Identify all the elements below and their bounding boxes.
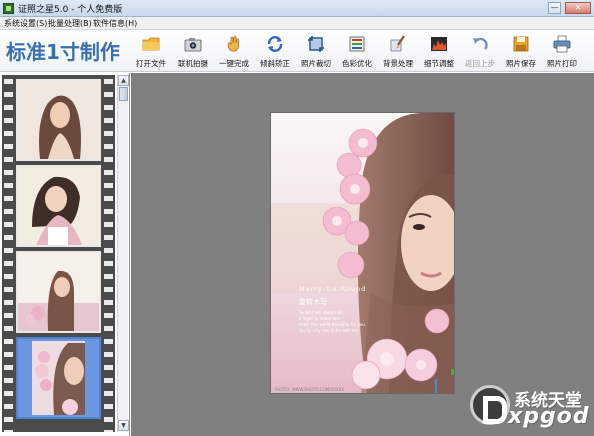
thumbnail-2[interactable] xyxy=(16,165,101,247)
photo-subtitle: 旋转木马 xyxy=(299,298,327,306)
menu-system-settings[interactable]: 系统设置(S) xyxy=(4,18,47,29)
scroll-down-arrow[interactable]: ▼ xyxy=(118,420,129,431)
menu-software-info[interactable]: 软件信息(H) xyxy=(93,18,137,29)
filmstrip xyxy=(2,75,115,432)
watermark-logo-icon xyxy=(470,385,510,425)
hand-icon xyxy=(227,36,240,52)
print-photo-button[interactable]: 照片打印 xyxy=(542,33,582,71)
undo-icon xyxy=(473,37,488,50)
scroll-up-arrow[interactable]: ▲ xyxy=(118,75,129,86)
thumbnail-panel: ▲ ▼ xyxy=(0,73,130,436)
watermark-en-text: xpgod xyxy=(508,404,590,429)
capture-button[interactable]: 联机拍摄 xyxy=(173,33,213,71)
color-optimize-button[interactable]: 色彩优化 xyxy=(337,33,377,71)
save-photo-button[interactable]: 照片保存 xyxy=(501,33,541,71)
thumbnail-4-selected[interactable] xyxy=(16,337,101,419)
thumbnail-3-image xyxy=(18,253,99,331)
toolbar: 标准1寸制作 打开文件 联机拍摄 一键完成 倾斜矫正 照片裁切 色彩优化 背景处… xyxy=(0,30,594,72)
main-photo[interactable]: Merry-Go-Round 旋转木马 Tonight will always … xyxy=(270,112,455,394)
color-icon xyxy=(349,36,365,52)
levels-icon xyxy=(431,37,447,51)
photo-body-line-4: You're only one to be with me xyxy=(299,328,359,333)
title-bar: 证照之星5.0 - 个人免费版 — ✕ xyxy=(0,0,594,17)
camera-icon xyxy=(184,38,202,52)
save-icon xyxy=(513,36,529,52)
close-button[interactable]: ✕ xyxy=(565,2,591,14)
window-title: 证照之星5.0 - 个人免费版 xyxy=(18,5,123,15)
scrollbar-thumb[interactable] xyxy=(119,87,128,101)
open-file-button[interactable]: 打开文件 xyxy=(131,33,171,71)
undo-button[interactable]: 返回上步 xyxy=(460,33,500,71)
one-click-button[interactable]: 一键完成 xyxy=(214,33,254,71)
photo-body-line-2: a night to remember xyxy=(299,316,341,321)
print-photo-label: 照片打印 xyxy=(547,59,577,68)
thumbnail-2-image xyxy=(18,167,99,245)
brand-title: 标准1寸制作 xyxy=(6,40,120,64)
crop-button[interactable]: 照片裁切 xyxy=(296,33,336,71)
folder-icon xyxy=(142,37,160,51)
film-perforations-right xyxy=(104,75,113,432)
open-file-label: 打开文件 xyxy=(136,59,166,68)
photo-title-line: Merry-Go-Round xyxy=(299,285,367,293)
printer-icon xyxy=(553,35,571,53)
photo-body-line-3: Make this world beautiful for you xyxy=(299,322,365,327)
photo-caption: PHOTO: WWW.PHOTO.COM/XXXXX xyxy=(275,387,345,392)
menu-bar: 系统设置(S) 批量处理(B) 软件信息(H) xyxy=(0,17,594,30)
thumbnail-4-image xyxy=(32,341,85,415)
minimize-button[interactable]: — xyxy=(548,2,561,14)
photo-canvas: Merry-Go-Round 旋转木马 Tonight will always … xyxy=(131,73,594,436)
thumbnail-1-image xyxy=(18,81,99,159)
thumbnail-1[interactable] xyxy=(16,79,101,161)
thumbnail-3[interactable] xyxy=(16,251,101,333)
portrait-image xyxy=(271,113,454,393)
film-perforations-left xyxy=(4,75,13,432)
tilt-correct-button[interactable]: 倾斜矫正 xyxy=(255,33,295,71)
background-process-button[interactable]: 背景处理 xyxy=(378,33,418,71)
rotate-icon xyxy=(267,36,283,52)
app-icon xyxy=(3,3,14,14)
detail-adjust-button[interactable]: 细节调整 xyxy=(419,33,459,71)
menu-batch-process[interactable]: 批量处理(B) xyxy=(48,18,92,29)
crop-icon xyxy=(308,36,324,52)
photo-body-line-1: Tonight will always be xyxy=(299,310,343,315)
thumbnail-scrollbar[interactable]: ▲ ▼ xyxy=(117,75,129,432)
brush-icon xyxy=(390,35,405,52)
